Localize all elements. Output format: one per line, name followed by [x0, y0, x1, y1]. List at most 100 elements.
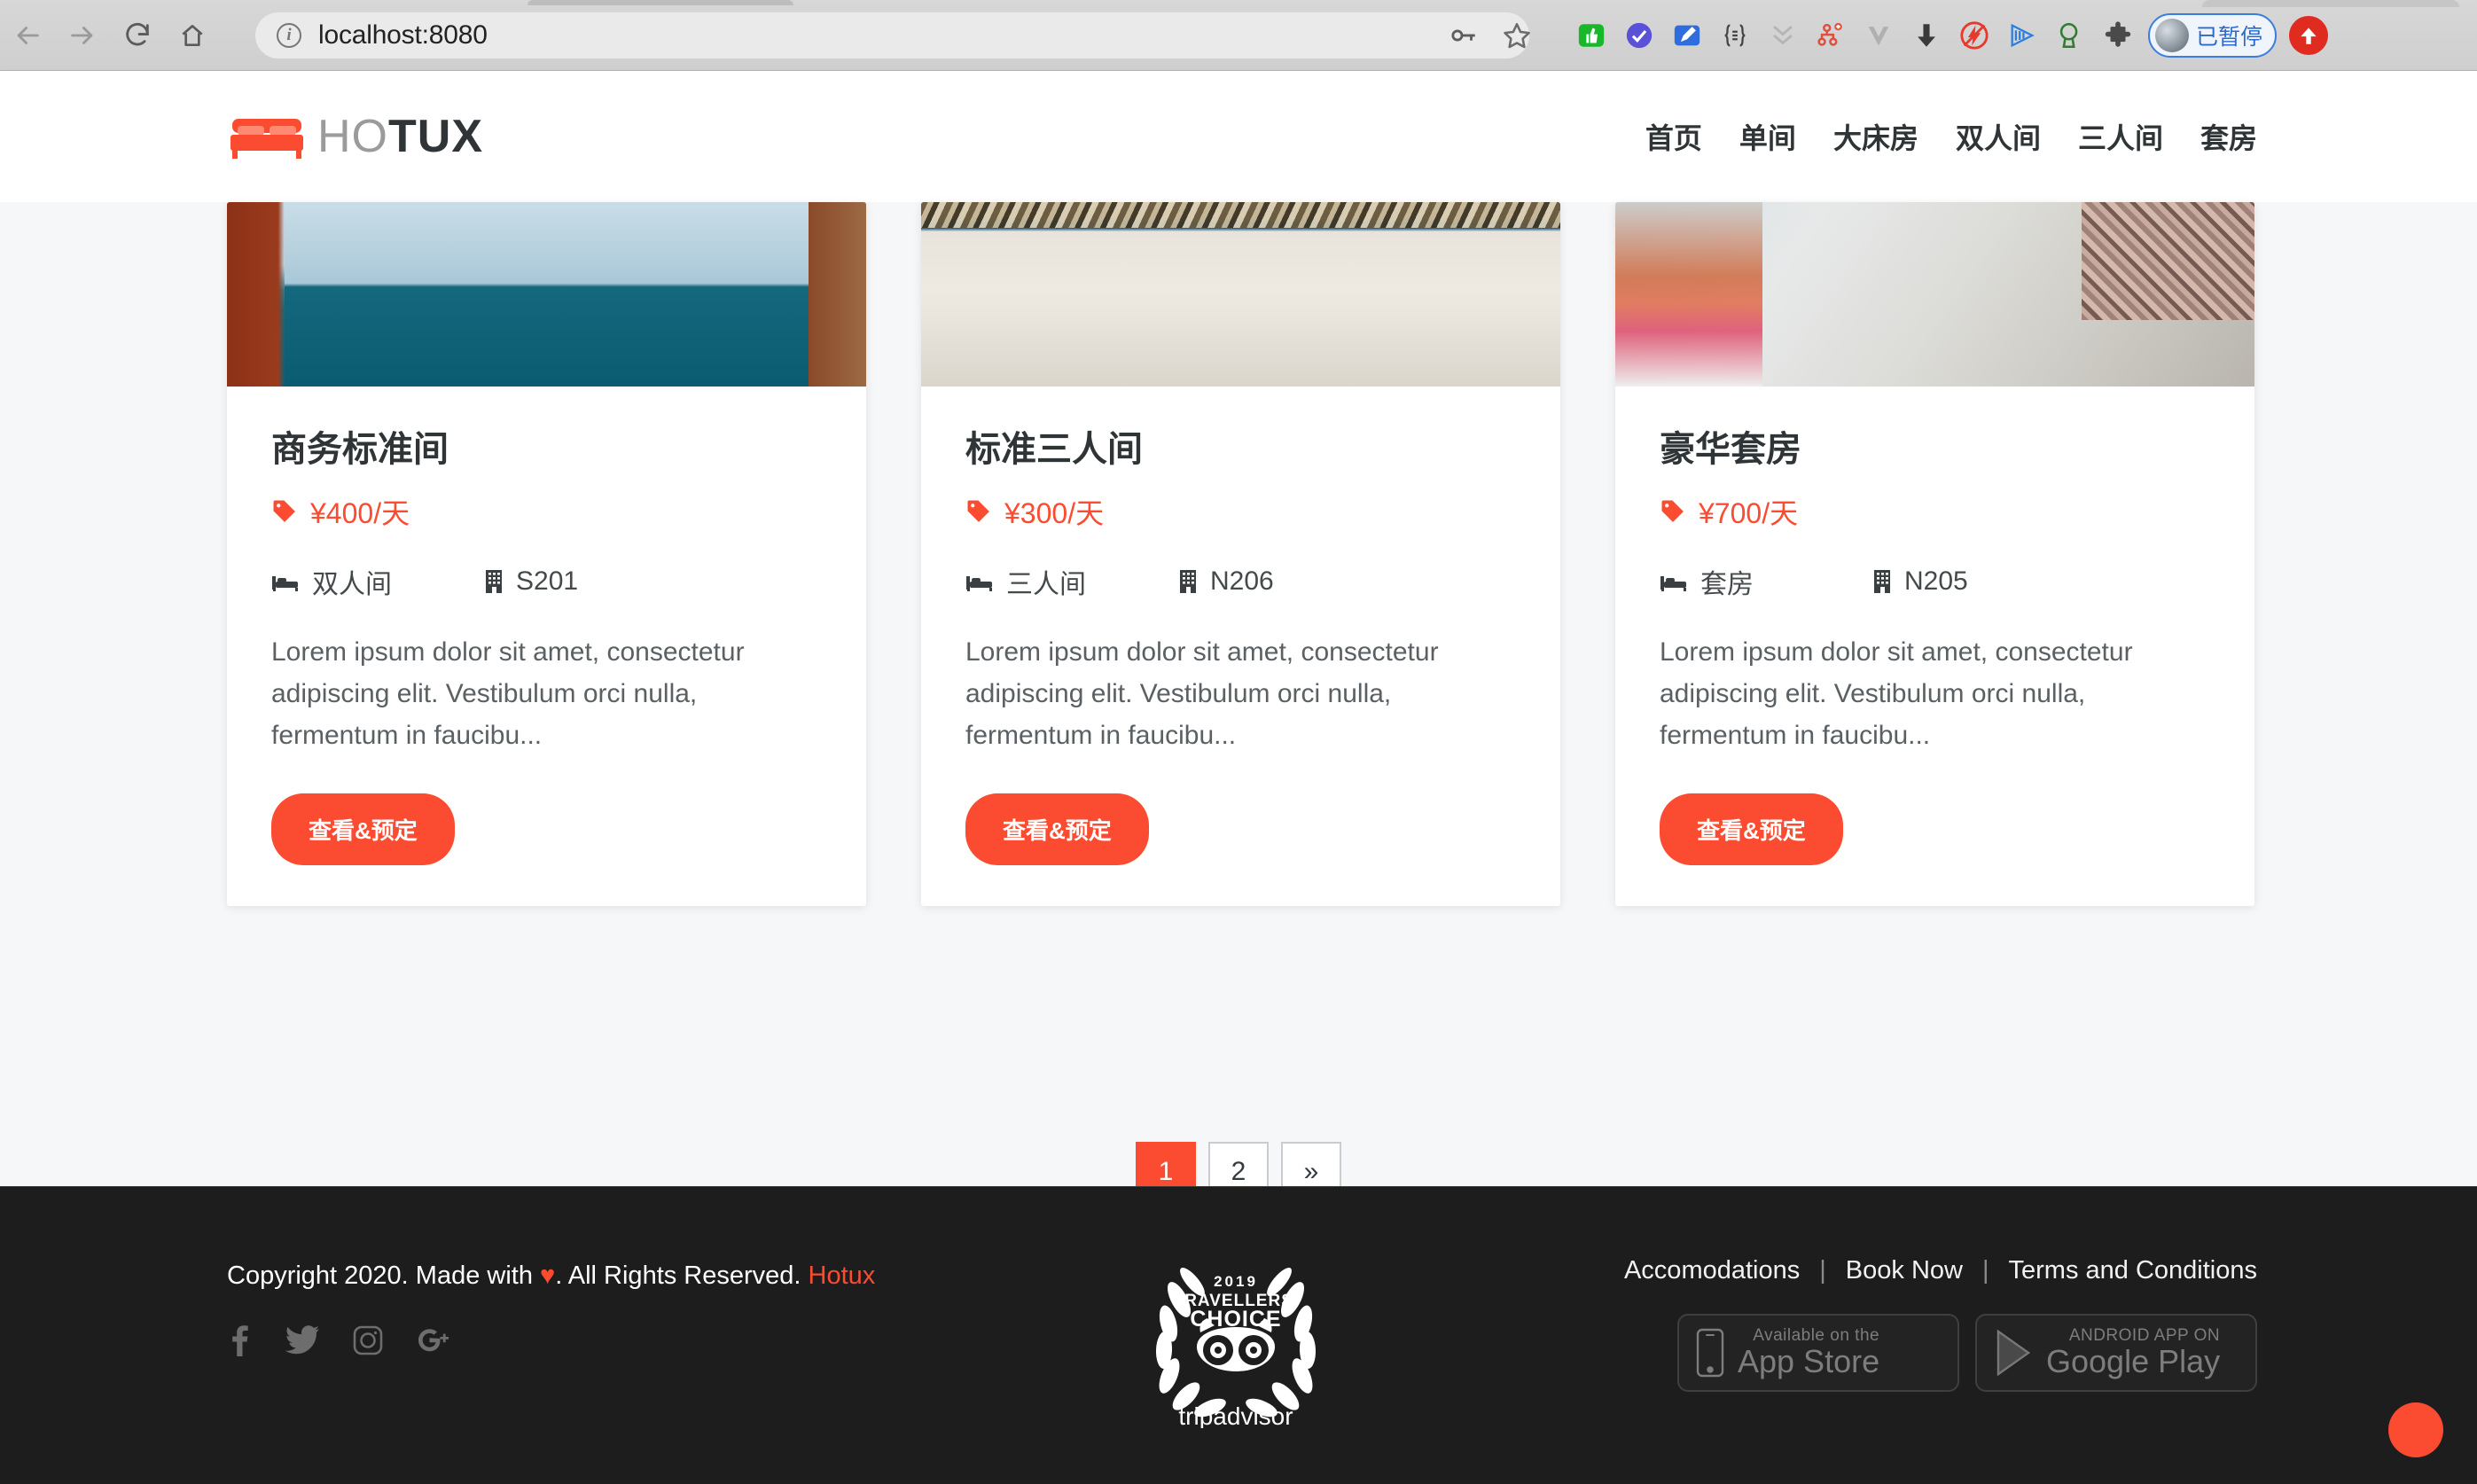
room-bedtype: 双人间	[271, 562, 484, 601]
logo-text-light: HO	[317, 111, 388, 162]
room-price-row: ¥700/天	[1660, 491, 2210, 532]
room-photo-teal-bed	[227, 202, 866, 387]
room-card[interactable]: 商务标准间 ¥400/天 双人间 S201 Lorem ipsum dolor …	[227, 202, 866, 907]
price-tag-icon	[273, 500, 295, 522]
iphone-icon	[1696, 1328, 1724, 1378]
browser-chrome: i localhost:8080 已暂停	[0, 0, 2477, 71]
brand-link[interactable]: Hotux	[809, 1261, 876, 1290]
puzzle-icon[interactable]	[2100, 18, 2136, 53]
nav-item-suite[interactable]: 套房	[2200, 116, 2257, 157]
heart-icon: ♥	[540, 1261, 556, 1290]
room-card-list: 商务标准间 ¥400/天 双人间 S201 Lorem ipsum dolor …	[227, 202, 2255, 907]
green-search-icon[interactable]	[2052, 18, 2088, 53]
building-icon	[1874, 570, 1890, 593]
facebook-icon[interactable]	[227, 1324, 252, 1356]
room-number: N205	[1872, 566, 1968, 597]
room-meta-row: 双人间 S201	[271, 562, 822, 601]
up-arrow-badge-icon[interactable]	[2289, 16, 2329, 55]
reload-icon[interactable]	[110, 8, 165, 63]
footer-link-book-now[interactable]: Book Now	[1846, 1256, 1963, 1285]
price-tag-icon	[967, 500, 989, 522]
green-thumb-icon[interactable]	[1574, 18, 1609, 53]
room-card[interactable]: 标准三人间 ¥300/天 三人间 N206 Lorem ipsum dolor …	[921, 202, 1560, 907]
extensions-toolbar: 已暂停	[1574, 4, 2329, 67]
room-description: Lorem ipsum dolor sit amet, consectetur …	[965, 637, 1439, 751]
footer-right: Accomodations | Book Now | Terms and Con…	[1624, 1256, 2257, 1392]
room-title: 豪华套房	[1660, 430, 1801, 469]
room-card-body: 商务标准间 ¥400/天 双人间 S201 Lorem ipsum dolor …	[227, 387, 866, 906]
profile-paused-button[interactable]: 已暂停	[2148, 13, 2278, 58]
red-node-icon[interactable]	[1813, 18, 1848, 53]
back-arrow-icon[interactable]	[0, 8, 55, 63]
browser-nav-buttons	[0, 0, 220, 71]
nav-item-single[interactable]: 单间	[1739, 116, 1796, 157]
copyright-pre: Copyright 2020. Made with	[227, 1261, 541, 1290]
room-price-row: ¥400/天	[271, 491, 822, 532]
room-number-label: N205	[1904, 566, 1968, 596]
room-bedtype-label: 双人间	[312, 570, 392, 599]
nav-item-double[interactable]: 双人间	[1956, 116, 2041, 157]
grey-v-icon[interactable]	[1861, 18, 1896, 53]
room-photo-suite-bed	[1615, 202, 2254, 387]
room-bedtype: 套房	[1660, 562, 1872, 601]
room-price: ¥400/天	[310, 497, 410, 529]
logo-text: HOTUX	[317, 110, 483, 163]
room-card[interactable]: 豪华套房 ¥700/天 套房 N205 Lorem ipsum dolor si…	[1615, 202, 2254, 907]
room-card-body: 标准三人间 ¥300/天 三人间 N206 Lorem ipsum dolor …	[921, 387, 1560, 906]
footer-left: Copyright 2020. Made with ♥. All Rights …	[227, 1261, 875, 1356]
room-meta-row: 套房 N205	[1660, 562, 2210, 601]
room-photo-beige-bed	[921, 202, 1560, 387]
nav-item-kingbed[interactable]: 大床房	[1833, 116, 1918, 157]
site-footer: Copyright 2020. Made with ♥. All Rights …	[0, 1186, 2477, 1484]
room-price: ¥300/天	[1004, 497, 1105, 529]
footer-link-separator: |	[1819, 1256, 1826, 1285]
book-button[interactable]: 查看&预定	[1660, 793, 1843, 866]
bed-icon	[1660, 576, 1686, 591]
address-bar[interactable]: i localhost:8080	[255, 12, 1529, 59]
scroll-to-top-button[interactable]	[2388, 1402, 2443, 1457]
room-number: N206	[1178, 566, 1274, 597]
info-circle-icon[interactable]: i	[277, 23, 301, 48]
nav-item-triple[interactable]: 三人间	[2078, 116, 2163, 157]
site-logo[interactable]: HOTUX	[229, 110, 483, 163]
play-triangle-icon	[1996, 1329, 2031, 1377]
forward-arrow-icon[interactable]	[55, 8, 110, 63]
book-button[interactable]: 查看&预定	[965, 793, 1149, 866]
footer-link-accomodations[interactable]: Accomodations	[1624, 1256, 1800, 1285]
star-icon[interactable]	[1494, 12, 1540, 59]
copyright-text: Copyright 2020. Made with ♥. All Rights …	[227, 1261, 875, 1291]
tripadvisor-badge[interactable]: 2019 TRAVELLERS' CHOICE tripadvisor	[1142, 1251, 1330, 1433]
room-price-row: ¥300/天	[965, 491, 1516, 532]
footer-link-separator: |	[1981, 1256, 1989, 1285]
book-button[interactable]: 查看&预定	[271, 793, 455, 866]
google-play-badge[interactable]: ANDROID APP ON Google Play	[1975, 1314, 2257, 1392]
footer-link-terms[interactable]: Terms and Conditions	[2009, 1256, 2257, 1285]
braces-icon[interactable]	[1717, 18, 1753, 53]
purple-check-icon[interactable]	[1621, 18, 1657, 53]
nav-item-home[interactable]: 首页	[1645, 116, 1702, 157]
google-play-small: ANDROID APP ON	[2068, 1326, 2221, 1346]
room-bedtype-label: 套房	[1700, 570, 1754, 599]
google-plus-icon[interactable]	[417, 1325, 454, 1355]
instagram-icon[interactable]	[353, 1325, 383, 1355]
bed-icon	[272, 576, 298, 591]
bed-logo-icon	[229, 113, 305, 160]
room-description: Lorem ipsum dolor sit amet, consectetur …	[271, 637, 745, 751]
home-icon[interactable]	[165, 8, 220, 63]
app-store-text: Available on the App Store	[1738, 1327, 1879, 1379]
social-links	[227, 1324, 875, 1356]
blue-pen-icon[interactable]	[1669, 18, 1705, 53]
red-flash-icon[interactable]	[1957, 18, 1992, 53]
blue-play-icon[interactable]	[2004, 18, 2040, 53]
app-store-small: Available on the	[1753, 1326, 1880, 1346]
room-card-body: 豪华套房 ¥700/天 套房 N205 Lorem ipsum dolor si…	[1615, 387, 2254, 906]
main-content: 商务标准间 ¥400/天 双人间 S201 Lorem ipsum dolor …	[0, 202, 2477, 1202]
app-store-badge[interactable]: Available on the App Store	[1677, 1314, 1959, 1392]
url-text: localhost:8080	[318, 20, 488, 50]
google-play-text: ANDROID APP ON Google Play	[2046, 1327, 2220, 1379]
download-arrow-icon[interactable]	[1909, 18, 1944, 53]
key-icon[interactable]	[1441, 12, 1487, 59]
twitter-icon[interactable]	[285, 1325, 319, 1355]
grey-chevron-icon[interactable]	[1765, 18, 1801, 53]
room-number-label: S201	[516, 566, 579, 596]
